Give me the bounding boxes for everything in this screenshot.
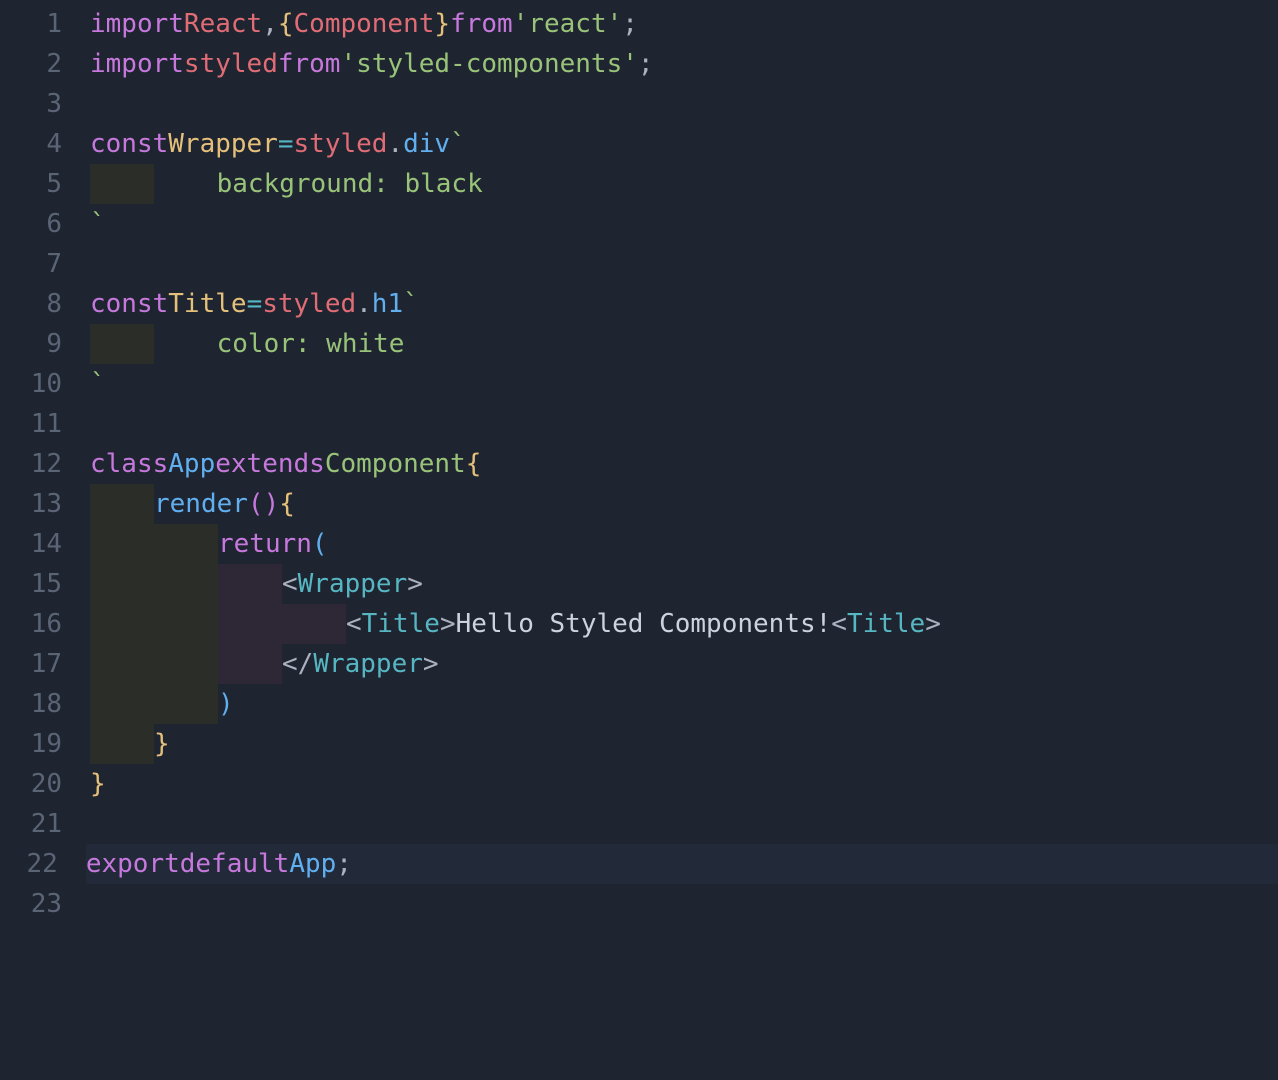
- indent-guide: [90, 644, 154, 684]
- code-line: 18 ): [0, 684, 1278, 724]
- code-line: 19 }: [0, 724, 1278, 764]
- indent-guide: [154, 684, 218, 724]
- indent-guide: [90, 564, 154, 604]
- indent-guide: [90, 724, 154, 764]
- code-line: 17 </Wrapper>: [0, 644, 1278, 684]
- line-number: 9: [0, 329, 90, 359]
- code-content[interactable]: }: [90, 764, 106, 804]
- code-line: 4 const Wrapper = styled.div`: [0, 124, 1278, 164]
- line-number: 16: [0, 609, 90, 639]
- indent-guide: [282, 604, 346, 644]
- code-line: 22 export default App;: [0, 844, 1278, 884]
- code-content[interactable]: <Wrapper>: [90, 564, 423, 604]
- indent-guide: [218, 604, 282, 644]
- line-number: 19: [0, 729, 90, 759]
- code-line: 5 background: black: [0, 164, 1278, 204]
- indent-guide: [90, 604, 154, 644]
- indent-guide: [90, 164, 154, 204]
- code-content[interactable]: `: [90, 204, 106, 244]
- line-number: 10: [0, 369, 90, 399]
- line-number: 17: [0, 649, 90, 679]
- code-line: 11: [0, 404, 1278, 444]
- line-number: 15: [0, 569, 90, 599]
- code-content[interactable]: class App extends Component {: [90, 444, 481, 484]
- code-content[interactable]: `: [90, 364, 106, 404]
- code-content[interactable]: render() {: [90, 484, 295, 524]
- code-line: 8 const Title = styled.h1`: [0, 284, 1278, 324]
- line-number: 5: [0, 169, 90, 199]
- indent-guide: [154, 524, 218, 564]
- code-content[interactable]: import React, { Component } from 'react'…: [90, 4, 638, 44]
- code-line: 14 return (: [0, 524, 1278, 564]
- code-content[interactable]: </Wrapper>: [90, 644, 439, 684]
- code-line: 23: [0, 884, 1278, 924]
- indent-guide: [218, 644, 282, 684]
- code-line: 1 import React, { Component } from 'reac…: [0, 4, 1278, 44]
- code-content[interactable]: }: [90, 724, 170, 764]
- line-number: 18: [0, 689, 90, 719]
- line-number: 11: [0, 409, 90, 439]
- code-content[interactable]: return (: [90, 524, 328, 564]
- code-content[interactable]: ): [90, 684, 234, 724]
- indent-guide: [90, 684, 154, 724]
- line-number: 8: [0, 289, 90, 319]
- line-number: 2: [0, 49, 90, 79]
- line-number: 21: [0, 809, 90, 839]
- line-number: 6: [0, 209, 90, 239]
- code-line: 12 class App extends Component {: [0, 444, 1278, 484]
- indent-guide: [218, 564, 282, 604]
- code-line: 16 <Title>Hello Styled Components!<Title…: [0, 604, 1278, 644]
- code-line: 6 `: [0, 204, 1278, 244]
- indent-guide: [154, 564, 218, 604]
- code-line: 13 render() {: [0, 484, 1278, 524]
- indent-guide: [154, 644, 218, 684]
- code-line: 7: [0, 244, 1278, 284]
- code-content[interactable]: const Title = styled.h1`: [90, 284, 419, 324]
- indent-guide: [90, 524, 154, 564]
- line-number: 4: [0, 129, 90, 159]
- code-content[interactable]: <Title>Hello Styled Components!<Title>: [90, 604, 941, 644]
- code-content[interactable]: const Wrapper = styled.div`: [90, 124, 466, 164]
- code-line: 9 color: white: [0, 324, 1278, 364]
- code-line: 10 `: [0, 364, 1278, 404]
- line-number: 1: [0, 9, 90, 39]
- line-number: 13: [0, 489, 90, 519]
- line-number: 12: [0, 449, 90, 479]
- indent-guide: [90, 484, 154, 524]
- code-line: 15 <Wrapper>: [0, 564, 1278, 604]
- code-line: 20 }: [0, 764, 1278, 804]
- code-line: 21: [0, 804, 1278, 844]
- line-number: 20: [0, 769, 90, 799]
- line-number: 23: [0, 889, 90, 919]
- code-content[interactable]: color: white: [90, 324, 404, 364]
- line-number: 22: [0, 849, 86, 879]
- code-content[interactable]: export default App;: [86, 844, 1278, 884]
- line-number: 14: [0, 529, 90, 559]
- code-line: 3: [0, 84, 1278, 124]
- code-editor[interactable]: 1 import React, { Component } from 'reac…: [0, 0, 1278, 924]
- code-line: 2 import styled from 'styled-components'…: [0, 44, 1278, 84]
- line-number: 3: [0, 89, 90, 119]
- code-content[interactable]: background: black: [90, 164, 483, 204]
- indent-guide: [90, 324, 154, 364]
- code-content[interactable]: import styled from 'styled-components';: [90, 44, 654, 84]
- line-number: 7: [0, 249, 90, 279]
- indent-guide: [154, 604, 218, 644]
